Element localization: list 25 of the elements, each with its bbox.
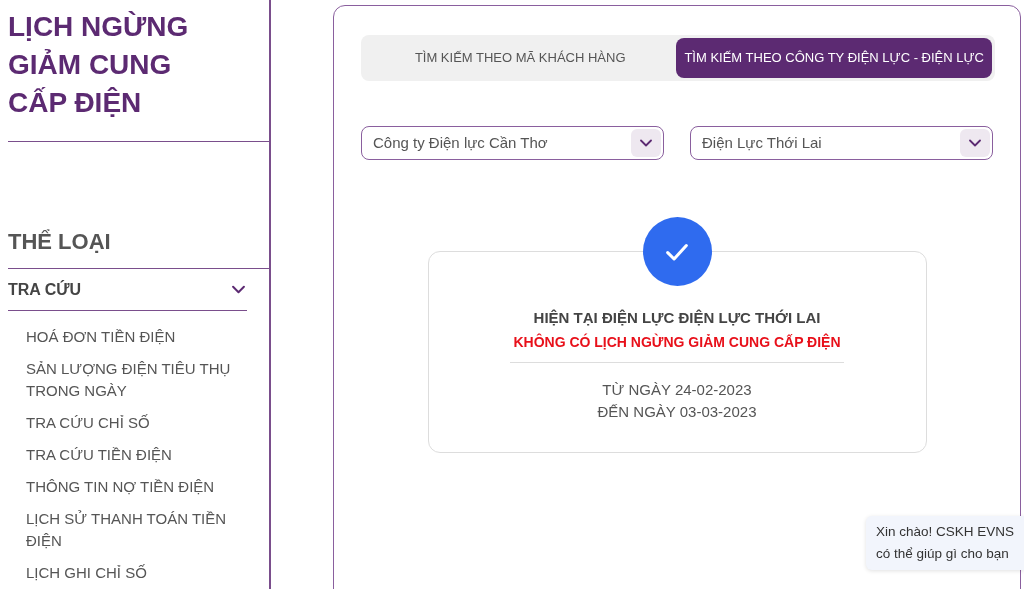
sidebar-link[interactable]: LỊCH SỬ THANH TOÁN TIỀN ĐIỆN <box>26 508 247 552</box>
sidebar-link[interactable]: TRA CỨU TIỀN ĐIỆN <box>26 444 247 466</box>
dropdown-select[interactable]: Điện Lực Thới Lai <box>690 126 993 160</box>
sidebar-link[interactable]: THÔNG TIN NỢ TIỀN ĐIỆN <box>26 476 247 498</box>
sidebar-link[interactable]: SẢN LƯỢNG ĐIỆN TIÊU THỤ TRONG NGÀY <box>26 358 247 402</box>
chevron-down-icon <box>640 139 652 147</box>
chat-text: có thể giúp gì cho bạn <box>876 545 1009 563</box>
chat-text: Xin chào! CSKH EVNS <box>876 523 1015 541</box>
chevron-down-icon <box>969 139 981 147</box>
sidebar-link[interactable]: LỊCH GHI CHỈ SỐ <box>26 562 247 584</box>
sidebar-link[interactable]: TRA CỨU CHỈ SỐ <box>26 412 247 434</box>
date-from: TỪ NGÀY 24-02-2023 <box>602 380 752 400</box>
tab[interactable]: TÌM KIẾM THEO MÃ KHÁCH HÀNG <box>364 38 677 78</box>
tab[interactable]: TÌM KIẾM THEO CÔNG TY ĐIỆN LỰC - ĐIỆN LỰC <box>676 38 992 78</box>
result-title: HIỆN TẠI ĐIỆN LỰC ĐIỆN LỰC THỚI LAI <box>533 308 821 328</box>
date-to: ĐẾN NGÀY 03-03-2023 <box>597 402 757 422</box>
category-toggle[interactable]: TRA CỨU <box>8 269 247 311</box>
sidebar-link[interactable]: HOÁ ĐƠN TIỀN ĐIỆN <box>26 326 247 348</box>
page-title: LỊCH NGỪNG GIẢM CUNG CẤP ĐIỆN <box>8 10 190 120</box>
dropdown-select[interactable]: Công ty Điện lực Cần Thơ <box>361 126 664 160</box>
dropdown-button[interactable] <box>960 129 990 157</box>
result-message: KHÔNG CÓ LỊCH NGỪNG GIẢM CUNG CẤP ĐIỆN <box>513 332 841 352</box>
dropdown-button[interactable] <box>631 129 661 157</box>
category-heading: THỂ LOẠI <box>8 228 112 256</box>
chevron-down-icon <box>232 285 245 294</box>
